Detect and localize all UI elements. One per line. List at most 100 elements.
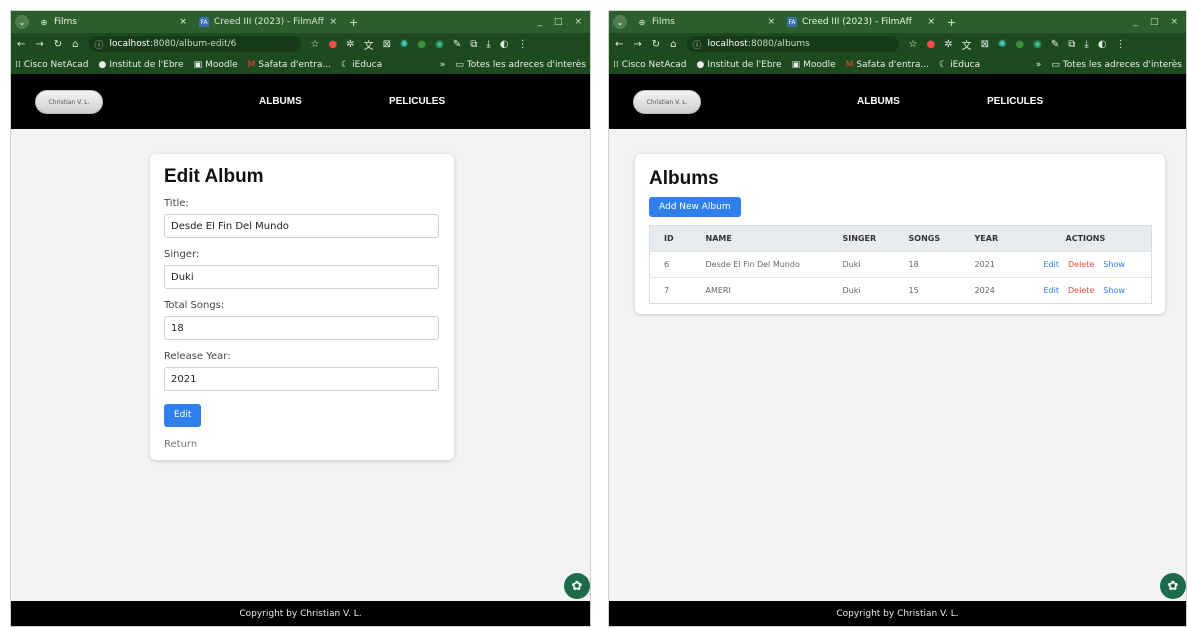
extension-icon[interactable]: ⊠ <box>383 39 391 50</box>
address-bar[interactable]: ⓘ localhost:8080/albums <box>686 36 899 52</box>
menu-icon[interactable]: ⋮ <box>1116 39 1126 50</box>
moodle-icon: ▣ <box>791 59 801 70</box>
cell-actions: Edit Delete Show <box>1043 251 1152 278</box>
bookmark-item[interactable]: ☾ iEduca <box>341 60 382 70</box>
bookmarks-overflow[interactable]: » <box>440 60 446 70</box>
bookmark-item[interactable]: ● Institut de l'Ebre <box>99 60 184 70</box>
site-info-icon[interactable]: ⓘ <box>693 38 702 51</box>
show-link[interactable]: Show <box>1103 260 1125 269</box>
add-album-button[interactable]: Add New Album <box>649 197 741 217</box>
puzzle-icon[interactable]: ⧉ <box>1068 39 1075 50</box>
bookmark-item[interactable]: M Safata d'entra... <box>248 60 331 70</box>
tab-close-icon[interactable]: × <box>179 17 187 27</box>
translate-icon[interactable]: 文 <box>962 37 972 52</box>
bookmark-item[interactable]: ☾ iEduca <box>939 60 980 70</box>
bookmark-item[interactable]: ⁞⁞ Cisco NetAcad <box>613 60 687 70</box>
extension-icon[interactable]: ✺ <box>400 39 408 50</box>
url-text: localhost:8080/album-edit/6 <box>109 39 237 49</box>
maximize-icon[interactable]: □ <box>1150 17 1159 27</box>
bookmark-folder[interactable]: ▭ Totes les adreces d'interès <box>1051 60 1182 70</box>
edit-link[interactable]: Edit <box>1044 260 1060 269</box>
profile-icon[interactable]: ◐ <box>1098 39 1107 50</box>
forward-icon[interactable]: → <box>35 39 43 50</box>
translate-icon[interactable]: 文 <box>364 37 374 52</box>
tab-close-icon[interactable]: × <box>767 17 775 27</box>
bookmarks-overflow[interactable]: » <box>1036 60 1042 70</box>
bookmark-star-icon[interactable]: ☆ <box>909 39 918 50</box>
back-icon[interactable]: ← <box>17 39 25 50</box>
total-songs-input[interactable]: 18 <box>164 316 439 340</box>
tab-close-icon[interactable]: × <box>329 17 337 27</box>
delete-link[interactable]: Delete <box>1068 286 1094 295</box>
singer-input[interactable]: Duki <box>164 265 439 289</box>
bookmark-star-icon[interactable]: ☆ <box>311 39 320 50</box>
maximize-icon[interactable]: □ <box>554 17 563 27</box>
cell-year: 2021 <box>974 251 1044 278</box>
assistant-icon[interactable]: ✿ <box>564 573 590 599</box>
pen-icon[interactable]: ✎ <box>1051 39 1059 50</box>
return-link[interactable]: Return <box>164 439 440 450</box>
user-pill[interactable]: Christian V. L. <box>633 90 701 114</box>
bookmark-folder[interactable]: ▭ Totes les adreces d'interès <box>455 60 586 70</box>
bookmark-item[interactable]: ⁞⁞ Cisco NetAcad <box>15 60 89 70</box>
edit-button[interactable]: Edit <box>164 403 202 427</box>
bookmark-item[interactable]: M Safata d'entra... <box>846 60 929 70</box>
bookmark-item[interactable]: ● Institut de l'Ebre <box>697 60 782 70</box>
site-info-icon[interactable]: ⓘ <box>95 38 104 51</box>
nav-albums[interactable]: ALBUMS <box>259 96 302 107</box>
reload-icon[interactable]: ↻ <box>652 39 660 50</box>
new-tab-icon[interactable]: + <box>941 16 962 29</box>
download-icon[interactable]: ⤓ <box>486 39 490 50</box>
nav-albums[interactable]: ALBUMS <box>857 96 900 107</box>
extension-icon[interactable]: ● <box>1015 39 1024 50</box>
pen-icon[interactable]: ✎ <box>453 39 461 50</box>
extension-icon[interactable]: ◉ <box>435 39 444 50</box>
reload-icon[interactable]: ↻ <box>54 39 62 50</box>
extension-icon[interactable]: ● <box>927 39 936 50</box>
extension-icon[interactable]: ⊠ <box>981 39 989 50</box>
address-bar[interactable]: ⓘ localhost:8080/album-edit/6 <box>88 36 301 52</box>
extension-icon[interactable]: ● <box>417 39 426 50</box>
col-actions: ACTIONS <box>1043 225 1152 252</box>
minimize-icon[interactable]: _ <box>1133 17 1138 27</box>
show-link[interactable]: Show <box>1103 286 1125 295</box>
bookmark-item[interactable]: ▣ Moodle <box>792 60 836 70</box>
tab-search-icon[interactable]: ⌄ <box>15 15 29 29</box>
edit-link[interactable]: Edit <box>1044 286 1060 295</box>
title-input[interactable]: Desde El Fin Del Mundo <box>164 214 439 238</box>
new-tab-icon[interactable]: + <box>343 16 364 29</box>
nav-pelicules[interactable]: PELICULES <box>389 96 445 107</box>
extension-icon[interactable]: ● <box>329 39 338 50</box>
release-year-input[interactable]: 2021 <box>164 367 439 391</box>
home-icon[interactable]: ⌂ <box>72 39 78 50</box>
extension-icon[interactable]: ✲ <box>944 39 952 50</box>
back-icon[interactable]: ← <box>615 39 623 50</box>
nav-pelicules[interactable]: PELICULES <box>987 96 1043 107</box>
forward-icon[interactable]: → <box>633 39 641 50</box>
cell-year: 2024 <box>974 277 1044 304</box>
col-id: ID <box>649 225 706 252</box>
puzzle-icon[interactable]: ⧉ <box>470 39 477 50</box>
bookmark-item[interactable]: ▣ Moodle <box>194 60 238 70</box>
assistant-icon[interactable]: ✿ <box>1160 573 1186 599</box>
user-pill[interactable]: Christian V. L. <box>35 90 103 114</box>
tab-filmaffinity[interactable]: FA Creed III (2023) - FilmAff × <box>781 11 941 33</box>
tab-films[interactable]: ⊕ Films × <box>33 11 193 33</box>
delete-link[interactable]: Delete <box>1068 260 1094 269</box>
profile-icon[interactable]: ◐ <box>500 39 509 50</box>
menu-icon[interactable]: ⋮ <box>518 39 528 50</box>
close-icon[interactable]: × <box>574 17 582 27</box>
extension-icon[interactable]: ✲ <box>346 39 354 50</box>
tab-close-icon[interactable]: × <box>927 17 935 27</box>
extension-icon[interactable]: ◉ <box>1033 39 1042 50</box>
tab-filmaffinity[interactable]: FA Creed III (2023) - FilmAff × <box>193 11 343 33</box>
tab-films[interactable]: ⊕ Films × <box>631 11 781 33</box>
download-icon[interactable]: ⤓ <box>1084 39 1088 50</box>
home-icon[interactable]: ⌂ <box>670 39 676 50</box>
minimize-icon[interactable]: _ <box>537 17 542 27</box>
tab-search-icon[interactable]: ⌄ <box>613 15 627 29</box>
extension-icon[interactable]: ✺ <box>998 39 1006 50</box>
folder-icon: ▭ <box>1051 59 1060 70</box>
close-icon[interactable]: × <box>1170 17 1178 27</box>
app-navbar: Christian V. L. ALBUMS PELICULES <box>609 74 1186 129</box>
